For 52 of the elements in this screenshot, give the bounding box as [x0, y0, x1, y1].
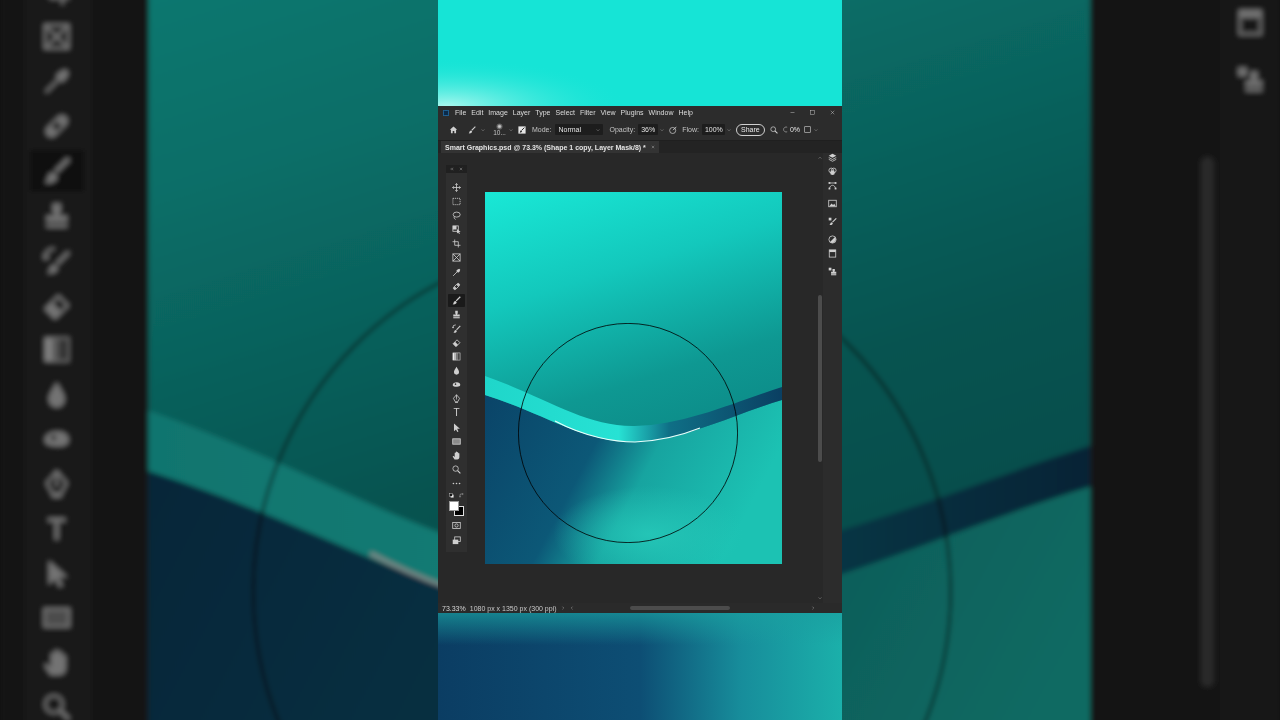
- pen-nib-icon: [452, 394, 461, 404]
- square-icon[interactable]: [804, 126, 811, 133]
- close-icon[interactable]: [459, 167, 463, 171]
- stamp-icon[interactable]: [828, 267, 837, 276]
- crossed-frame-icon: [452, 253, 461, 263]
- selection-cursor-icon: [452, 225, 461, 235]
- stamp-icon: [452, 309, 461, 319]
- crop-icon: [452, 239, 461, 249]
- circle-in-rectangle-icon[interactable]: [452, 521, 461, 531]
- blob-icon: [452, 380, 461, 390]
- circle-pen-icon[interactable]: [669, 125, 678, 134]
- caret-icon: [596, 127, 601, 132]
- scrollbar-thumb[interactable]: [817, 295, 822, 462]
- minimize-icon[interactable]: [790, 110, 795, 115]
- curved-arrow-icon[interactable]: [459, 493, 464, 499]
- brush-icon[interactable]: [468, 125, 476, 134]
- history-brush-icon: [452, 323, 461, 333]
- scrollbar-thumb[interactable]: [629, 606, 730, 610]
- magnifier-icon: [452, 464, 461, 474]
- image-icon[interactable]: [828, 199, 837, 208]
- brush-icon[interactable]: [828, 217, 837, 226]
- half-circle-icon[interactable]: [828, 235, 837, 244]
- drop-icon: [452, 366, 461, 376]
- layers-icon[interactable]: [828, 153, 837, 162]
- tool-button[interactable]: T: [448, 406, 465, 420]
- background-swatch[interactable]: [454, 506, 464, 517]
- move-arrows-icon: [452, 183, 461, 192]
- lasso-icon: [452, 211, 461, 221]
- soft-dot-icon: [496, 122, 503, 130]
- hand-icon: [452, 450, 461, 460]
- close-icon[interactable]: [830, 110, 835, 115]
- dashed-rectangle-icon: [452, 197, 461, 207]
- brush-square-icon[interactable]: [518, 125, 526, 134]
- eraser-icon: [452, 338, 461, 348]
- search-icon[interactable]: [769, 125, 778, 134]
- home-icon[interactable]: [449, 125, 458, 134]
- small-squares-icon[interactable]: [449, 493, 454, 499]
- brush-icon: [452, 295, 461, 305]
- square-panel-icon[interactable]: [828, 249, 837, 258]
- maximize-icon[interactable]: [810, 110, 815, 115]
- arrow-cursor-icon: [452, 422, 461, 432]
- bezier-path-icon[interactable]: [828, 181, 837, 190]
- rectangle-icon: [452, 436, 461, 446]
- app-logo-icon: [443, 109, 449, 116]
- foreground-swatch[interactable]: [449, 501, 459, 512]
- arc-icon: [782, 126, 789, 133]
- stacked-windows-icon[interactable]: [452, 536, 461, 546]
- eyedropper-icon: [452, 267, 461, 277]
- tool-button[interactable]: [448, 293, 465, 307]
- bandage-icon: [452, 281, 461, 291]
- overlapping-circles-icon[interactable]: [828, 167, 837, 176]
- gradient-square-icon: [452, 352, 461, 362]
